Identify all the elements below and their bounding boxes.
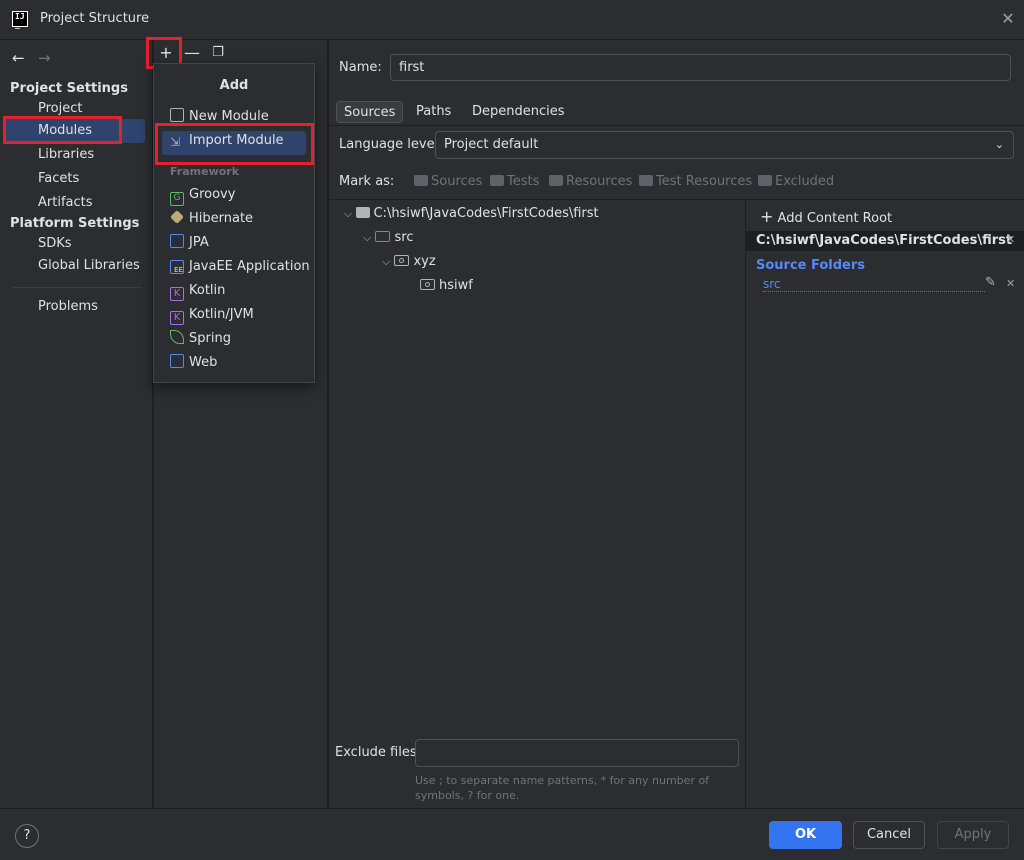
tree-row-hsiwf[interactable]: hsiwf bbox=[420, 278, 473, 293]
tab-sources[interactable]: Sources bbox=[336, 101, 404, 123]
language-level-select[interactable]: Project default ⌄ bbox=[435, 131, 1014, 159]
source-folder-icon bbox=[375, 231, 391, 242]
window-title: Project Structure bbox=[40, 11, 150, 26]
folder-icon bbox=[490, 175, 504, 186]
ok-button[interactable]: OK bbox=[769, 821, 842, 849]
help-icon[interactable]: ? bbox=[15, 824, 39, 848]
sidebar-item-problems[interactable]: Problems bbox=[38, 299, 98, 314]
menu-item-javaee-application[interactable]: EE JavaEE Application bbox=[170, 256, 310, 278]
kotlin-jvm-icon: K bbox=[170, 311, 184, 325]
language-level-value: Project default bbox=[444, 137, 539, 152]
web-icon bbox=[170, 354, 184, 368]
platform-settings-header: Platform Settings bbox=[10, 216, 140, 231]
cancel-button[interactable]: Cancel bbox=[853, 821, 925, 849]
hibernate-icon bbox=[170, 210, 184, 224]
intellij-logo-icon: IJ _ bbox=[12, 11, 28, 29]
name-label: Name: bbox=[339, 60, 382, 75]
mark-as-resources-button[interactable]: Resources bbox=[549, 174, 632, 189]
copy-icon[interactable]: ❐ bbox=[208, 44, 228, 62]
menu-item-hibernate[interactable]: Hibernate bbox=[170, 208, 253, 230]
module-name-input[interactable] bbox=[390, 54, 1011, 81]
pencil-icon[interactable]: ✎ bbox=[985, 275, 996, 290]
menu-item-kotlin[interactable]: K Kotlin bbox=[170, 280, 225, 302]
tab-dependencies[interactable]: Dependencies bbox=[465, 101, 572, 123]
exclude-hint-line-1: Use ; to separate name patterns, * for a… bbox=[415, 774, 710, 787]
folder-icon bbox=[356, 207, 371, 218]
tabs-divider bbox=[329, 125, 1024, 126]
content-root-path: C:\hsiwf\JavaCodes\FirstCodes\first bbox=[756, 233, 1013, 248]
sidebar-item-sdks[interactable]: SDKs bbox=[38, 236, 72, 251]
chevron-down-icon: ⌵ bbox=[363, 231, 372, 244]
source-folder-item[interactable]: src bbox=[763, 277, 985, 292]
project-settings-header: Project Settings bbox=[10, 81, 128, 96]
jpa-icon bbox=[170, 234, 184, 248]
close-icon[interactable]: ✕ bbox=[1000, 10, 1016, 28]
menu-item-kotlin-jvm[interactable]: K Kotlin/JVM bbox=[170, 304, 254, 326]
mark-as-test-resources-button[interactable]: Test Resources bbox=[639, 174, 752, 189]
package-icon bbox=[420, 279, 435, 290]
source-folders-header: Source Folders bbox=[756, 258, 866, 273]
import-module-highlight-box bbox=[155, 123, 314, 165]
chevron-down-icon: ⌄ bbox=[994, 138, 1004, 151]
popup-title: Add bbox=[219, 78, 249, 93]
language-level-label: Language level: bbox=[339, 137, 443, 152]
title-bar: IJ _ Project Structure ✕ bbox=[0, 0, 1024, 40]
new-module-icon bbox=[170, 108, 184, 122]
mark-as-tests-button[interactable]: Tests bbox=[490, 174, 539, 189]
menu-item-web[interactable]: Web bbox=[170, 352, 217, 374]
tree-row-content-root[interactable]: ⌵ C:\hsiwf\JavaCodes\FirstCodes\first bbox=[344, 206, 599, 221]
menu-item-groovy[interactable]: G Groovy bbox=[170, 184, 235, 206]
exclude-files-label: Exclude files: bbox=[335, 745, 422, 760]
sidebar-item-artifacts[interactable]: Artifacts bbox=[38, 195, 93, 210]
folder-icon bbox=[549, 175, 563, 186]
back-arrow-icon[interactable]: ← bbox=[12, 49, 25, 67]
javaee-icon: EE bbox=[170, 260, 184, 274]
close-icon[interactable]: ✕ bbox=[1006, 233, 1015, 246]
groovy-icon: G bbox=[170, 192, 184, 206]
sidebar-divider bbox=[12, 287, 142, 288]
sidebar-item-global-libraries[interactable]: Global Libraries bbox=[38, 258, 140, 273]
close-icon[interactable]: ✕ bbox=[1006, 277, 1015, 290]
sidebar-item-facets[interactable]: Facets bbox=[38, 171, 79, 186]
sidebar-item-libraries[interactable]: Libraries bbox=[38, 147, 94, 162]
tree-row-src[interactable]: ⌵ src bbox=[363, 230, 413, 245]
exclude-hint-line-2: symbols, ? for one. bbox=[415, 789, 520, 802]
apply-button[interactable]: Apply bbox=[937, 821, 1009, 849]
tree-row-xyz[interactable]: ⌵ xyz bbox=[382, 254, 436, 269]
folder-icon bbox=[758, 175, 772, 186]
add-popup-menu: Add New Module ⇲ Import Module Framework … bbox=[153, 63, 315, 383]
sidebar-item-project[interactable]: Project bbox=[38, 101, 82, 116]
folder-icon bbox=[639, 175, 653, 186]
exclude-files-input[interactable] bbox=[415, 739, 739, 767]
mark-as-label: Mark as: bbox=[339, 174, 395, 189]
package-icon bbox=[394, 255, 410, 266]
menu-item-spring[interactable]: Spring bbox=[170, 328, 231, 350]
plus-icon: + bbox=[760, 207, 774, 226]
forward-arrow-icon[interactable]: → bbox=[38, 49, 51, 67]
chevron-down-icon: ⌵ bbox=[382, 255, 391, 268]
tab-paths[interactable]: Paths bbox=[409, 101, 458, 123]
add-content-root-button[interactable]: + Add Content Root bbox=[760, 207, 892, 226]
chevron-down-icon: ⌵ bbox=[344, 207, 353, 220]
kotlin-icon: K bbox=[170, 287, 184, 301]
spring-leaf-icon bbox=[170, 330, 184, 344]
mark-as-excluded-button[interactable]: Excluded bbox=[758, 174, 834, 189]
framework-group-header: Framework bbox=[170, 165, 240, 178]
folder-icon bbox=[414, 175, 428, 186]
plus-icon[interactable]: + bbox=[156, 44, 176, 62]
menu-item-jpa[interactable]: JPA bbox=[170, 232, 209, 254]
sidebar-item-modules[interactable]: Modules bbox=[38, 123, 92, 138]
minus-icon[interactable]: — bbox=[182, 44, 202, 62]
mark-as-sources-button[interactable]: Sources bbox=[414, 174, 482, 189]
